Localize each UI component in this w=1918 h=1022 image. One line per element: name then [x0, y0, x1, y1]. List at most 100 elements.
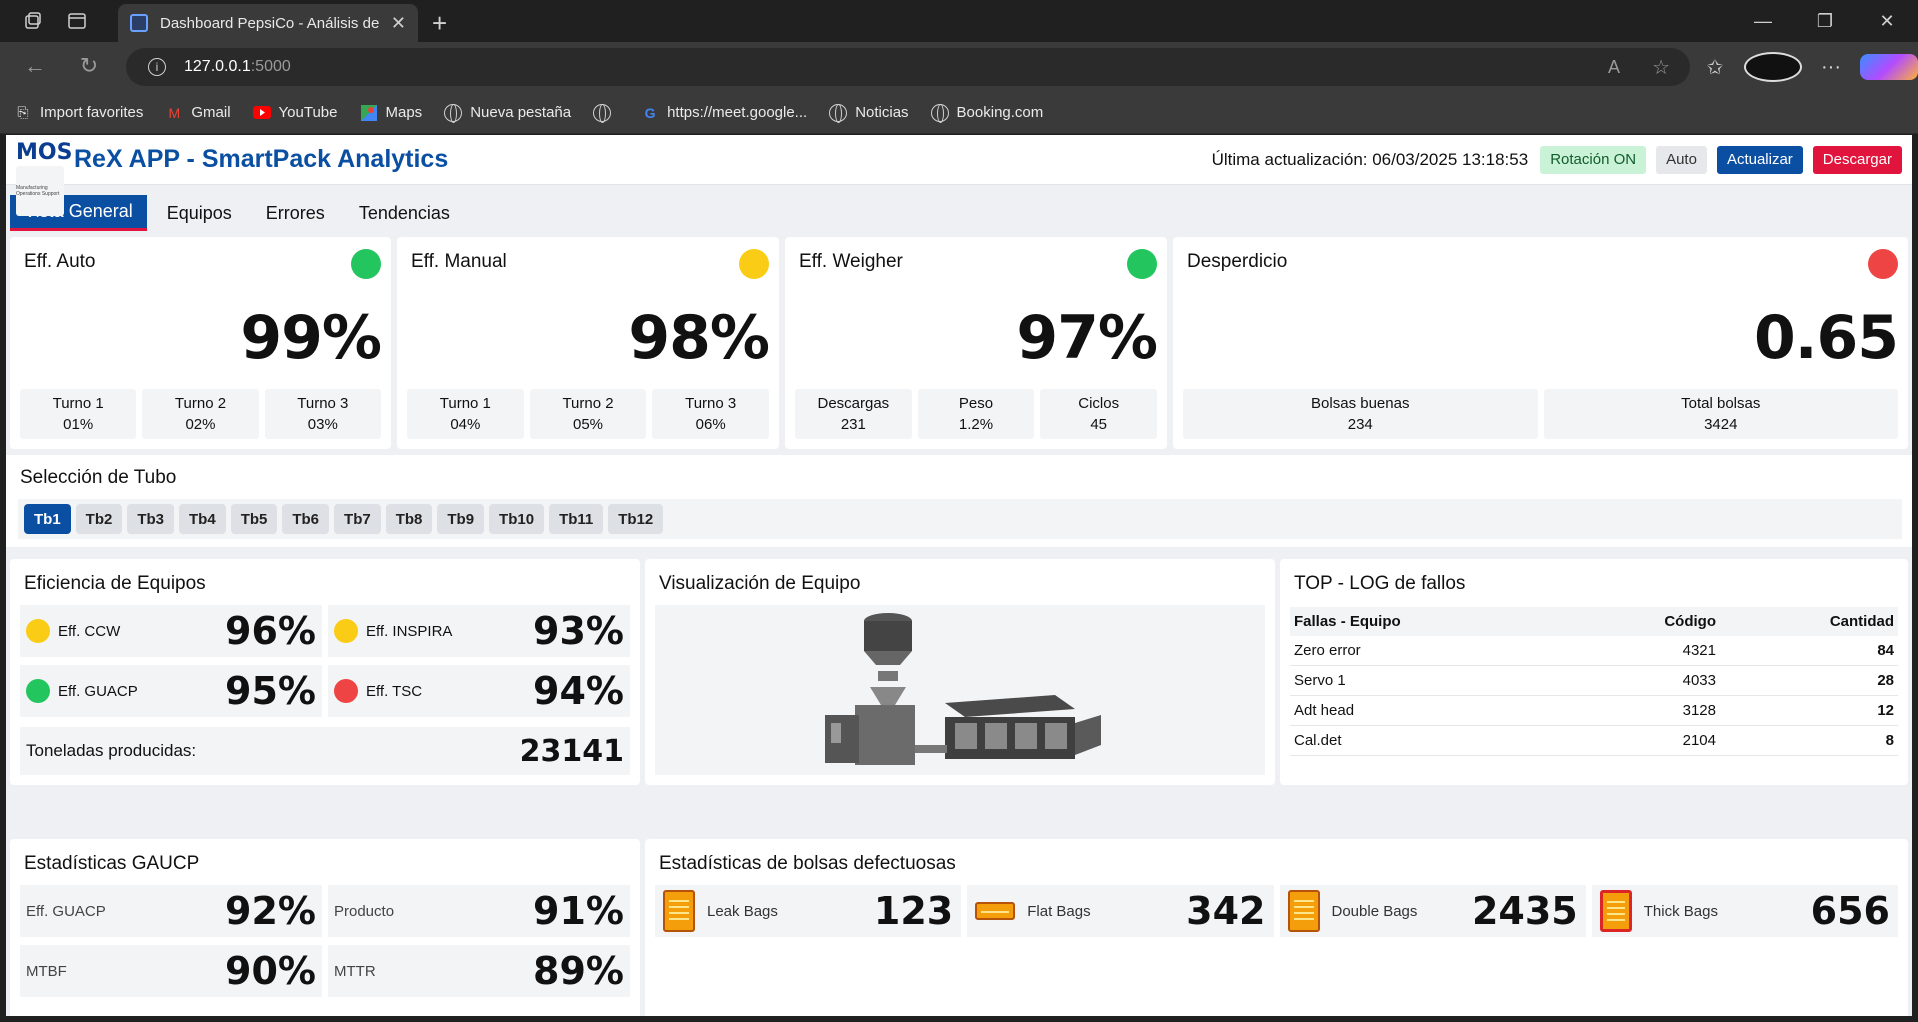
close-window-icon[interactable]: ✕: [1856, 0, 1918, 42]
bag-label: Flat Bags: [1027, 902, 1091, 920]
globe-icon: [593, 103, 612, 123]
sub-label: Descargas: [817, 395, 890, 412]
card-title: Estadísticas de bolsas defectuosas: [659, 853, 956, 874]
back-icon[interactable]: ←: [24, 53, 46, 78]
copilot-icon[interactable]: [1860, 54, 1918, 80]
tube-button-tb1[interactable]: Tb1: [24, 504, 71, 534]
browser-tab[interactable]: Dashboard PepsiCo - Análisis de E ✕: [118, 4, 418, 42]
tab-title: Dashboard PepsiCo - Análisis de E: [160, 14, 383, 32]
reload-icon[interactable]: ↻: [78, 53, 100, 78]
kpi-value: 98%: [628, 303, 770, 373]
bookmark-import[interactable]: ⎘ Import favorites: [14, 104, 143, 122]
fault-name: Zero error: [1290, 636, 1573, 666]
tube-selection-title: Selección de Tubo: [20, 467, 177, 488]
status-indicator: [26, 619, 50, 643]
tube-button-tb12[interactable]: Tb12: [608, 504, 664, 534]
google-icon: G: [644, 104, 656, 121]
bag-stat-flat: Flat Bags 342: [967, 885, 1274, 937]
status-indicator: [739, 249, 769, 279]
tube-button-tb4[interactable]: Tb4: [179, 504, 226, 534]
tab-actions-icon[interactable]: [66, 10, 88, 32]
profile-avatar[interactable]: [1744, 52, 1802, 82]
kpi-subs: Turno 1 04% Turno 2 05% Turno 3 06%: [407, 389, 770, 439]
flat-bag-icon: [975, 902, 1016, 920]
app-page: MOS Manufacturing Operations Support ReX…: [6, 135, 1912, 1016]
defective-bags-card: Estadísticas de bolsas defectuosas Leak …: [645, 839, 1908, 1016]
equipment-eff-tsc: Eff. TSC 94%: [328, 665, 630, 717]
bookmark-booking[interactable]: Booking.com: [930, 103, 1043, 123]
bookmark-youtube[interactable]: YouTube: [252, 104, 338, 122]
kpi-sub: Turno 3 06%: [652, 389, 770, 439]
stat-mttr: MTTR 89%: [328, 945, 630, 997]
sub-value: 05%: [572, 416, 604, 433]
new-tab-icon[interactable]: +: [432, 8, 447, 39]
fault-name: Adt head: [1290, 695, 1573, 726]
tube-button-tb3[interactable]: Tb3: [127, 504, 175, 534]
bookmark-label: Maps: [385, 104, 423, 121]
bookmark-noticias[interactable]: Noticias: [829, 103, 909, 123]
stat-label: MTTR: [334, 962, 376, 980]
site-info-icon[interactable]: i: [148, 58, 166, 76]
maps-icon: [360, 104, 378, 122]
tube-button-tb5[interactable]: Tb5: [230, 504, 278, 534]
stat-value: 91%: [533, 889, 624, 933]
kpi-value: 99%: [240, 303, 382, 373]
tab-equipos[interactable]: Equipos: [153, 195, 246, 231]
tube-button-tb8[interactable]: Tb8: [385, 504, 433, 534]
window-controls: — ❐ ✕: [1732, 0, 1918, 42]
restore-icon[interactable]: ❐: [1794, 0, 1856, 42]
equipment-label: Eff. GUACP: [58, 682, 138, 700]
tab-errores[interactable]: Errores: [252, 195, 339, 231]
bag-value: 2435: [1471, 889, 1578, 933]
bookmark-nueva-pestana[interactable]: Nueva pestaña: [444, 103, 571, 123]
equipment-eff-inspira: Eff. INSPIRA 93%: [328, 605, 630, 657]
equipment-value: 94%: [533, 669, 624, 713]
auto-button[interactable]: Auto: [1656, 145, 1707, 174]
gaucp-stats-card: Estadísticas GAUCP Eff. GUACP 92% Produc…: [10, 839, 640, 1016]
kpi-sub: Turno 2 02%: [142, 389, 259, 439]
bookmark-label: Noticias: [855, 104, 909, 121]
bookmark-label: YouTube: [278, 104, 338, 121]
bag-stat-double: Double Bags 2435: [1279, 885, 1586, 937]
avatar-icon: [1744, 52, 1802, 82]
bookmark-globe[interactable]: [593, 103, 619, 123]
double-bag-icon: [1287, 890, 1320, 932]
kpi-sub: Turno 1 01%: [20, 389, 137, 439]
stat-mtbf: MTBF 90%: [20, 945, 322, 997]
tube-button-tb10[interactable]: Tb10: [489, 504, 545, 534]
minimize-icon[interactable]: —: [1732, 0, 1794, 42]
tube-button-tb7[interactable]: Tb7: [334, 504, 381, 534]
download-button[interactable]: Descargar: [1812, 145, 1902, 174]
tube-button-tb6[interactable]: Tb6: [282, 504, 330, 534]
equipment-label: Eff. CCW: [58, 622, 121, 640]
tube-button-tb9[interactable]: Tb9: [437, 504, 485, 534]
sub-label: Turno 3: [685, 395, 737, 412]
tab-tendencias[interactable]: Tendencias: [345, 195, 464, 231]
tab-close-icon[interactable]: ✕: [391, 13, 406, 34]
tube-button-tb2[interactable]: Tb2: [75, 504, 123, 534]
bookmark-maps[interactable]: Maps: [360, 104, 423, 122]
read-aloud-icon[interactable]: A: [1608, 57, 1620, 78]
app-title: ReX APP - SmartPack Analytics: [74, 145, 449, 173]
favorite-star-icon[interactable]: ☆: [1652, 55, 1670, 80]
equipment-value: 96%: [225, 609, 316, 653]
packaging-machine-icon: [825, 613, 1101, 765]
tube-button-tb11[interactable]: Tb11: [549, 504, 604, 534]
bookmark-meet[interactable]: Ghttps://meet.google...: [641, 104, 808, 122]
fault-code: 3128: [1572, 695, 1720, 726]
bookmark-gmail[interactable]: M Gmail: [165, 104, 231, 122]
status-indicator: [1127, 249, 1157, 279]
kpi-title: Eff. Auto: [24, 251, 96, 272]
kpi-sub: Turno 3 03%: [264, 389, 381, 439]
favorites-icon[interactable]: ✩: [1686, 55, 1744, 80]
rotation-toggle[interactable]: Rotación ON: [1540, 145, 1647, 174]
table-row: Servo 1 4033 28: [1290, 665, 1898, 696]
status-indicator: [351, 249, 381, 279]
bag-label: Thick Bags: [1643, 902, 1718, 920]
more-icon[interactable]: ···: [1802, 56, 1860, 79]
update-button[interactable]: Actualizar: [1716, 145, 1803, 174]
stat-eff-guacp: Eff. GUACP 92%: [20, 885, 322, 937]
kpi-title: Desperdicio: [1187, 251, 1288, 272]
workspaces-icon[interactable]: [22, 10, 44, 32]
url-field[interactable]: i 127.0.0.1 :5000 A ☆: [126, 48, 1690, 86]
